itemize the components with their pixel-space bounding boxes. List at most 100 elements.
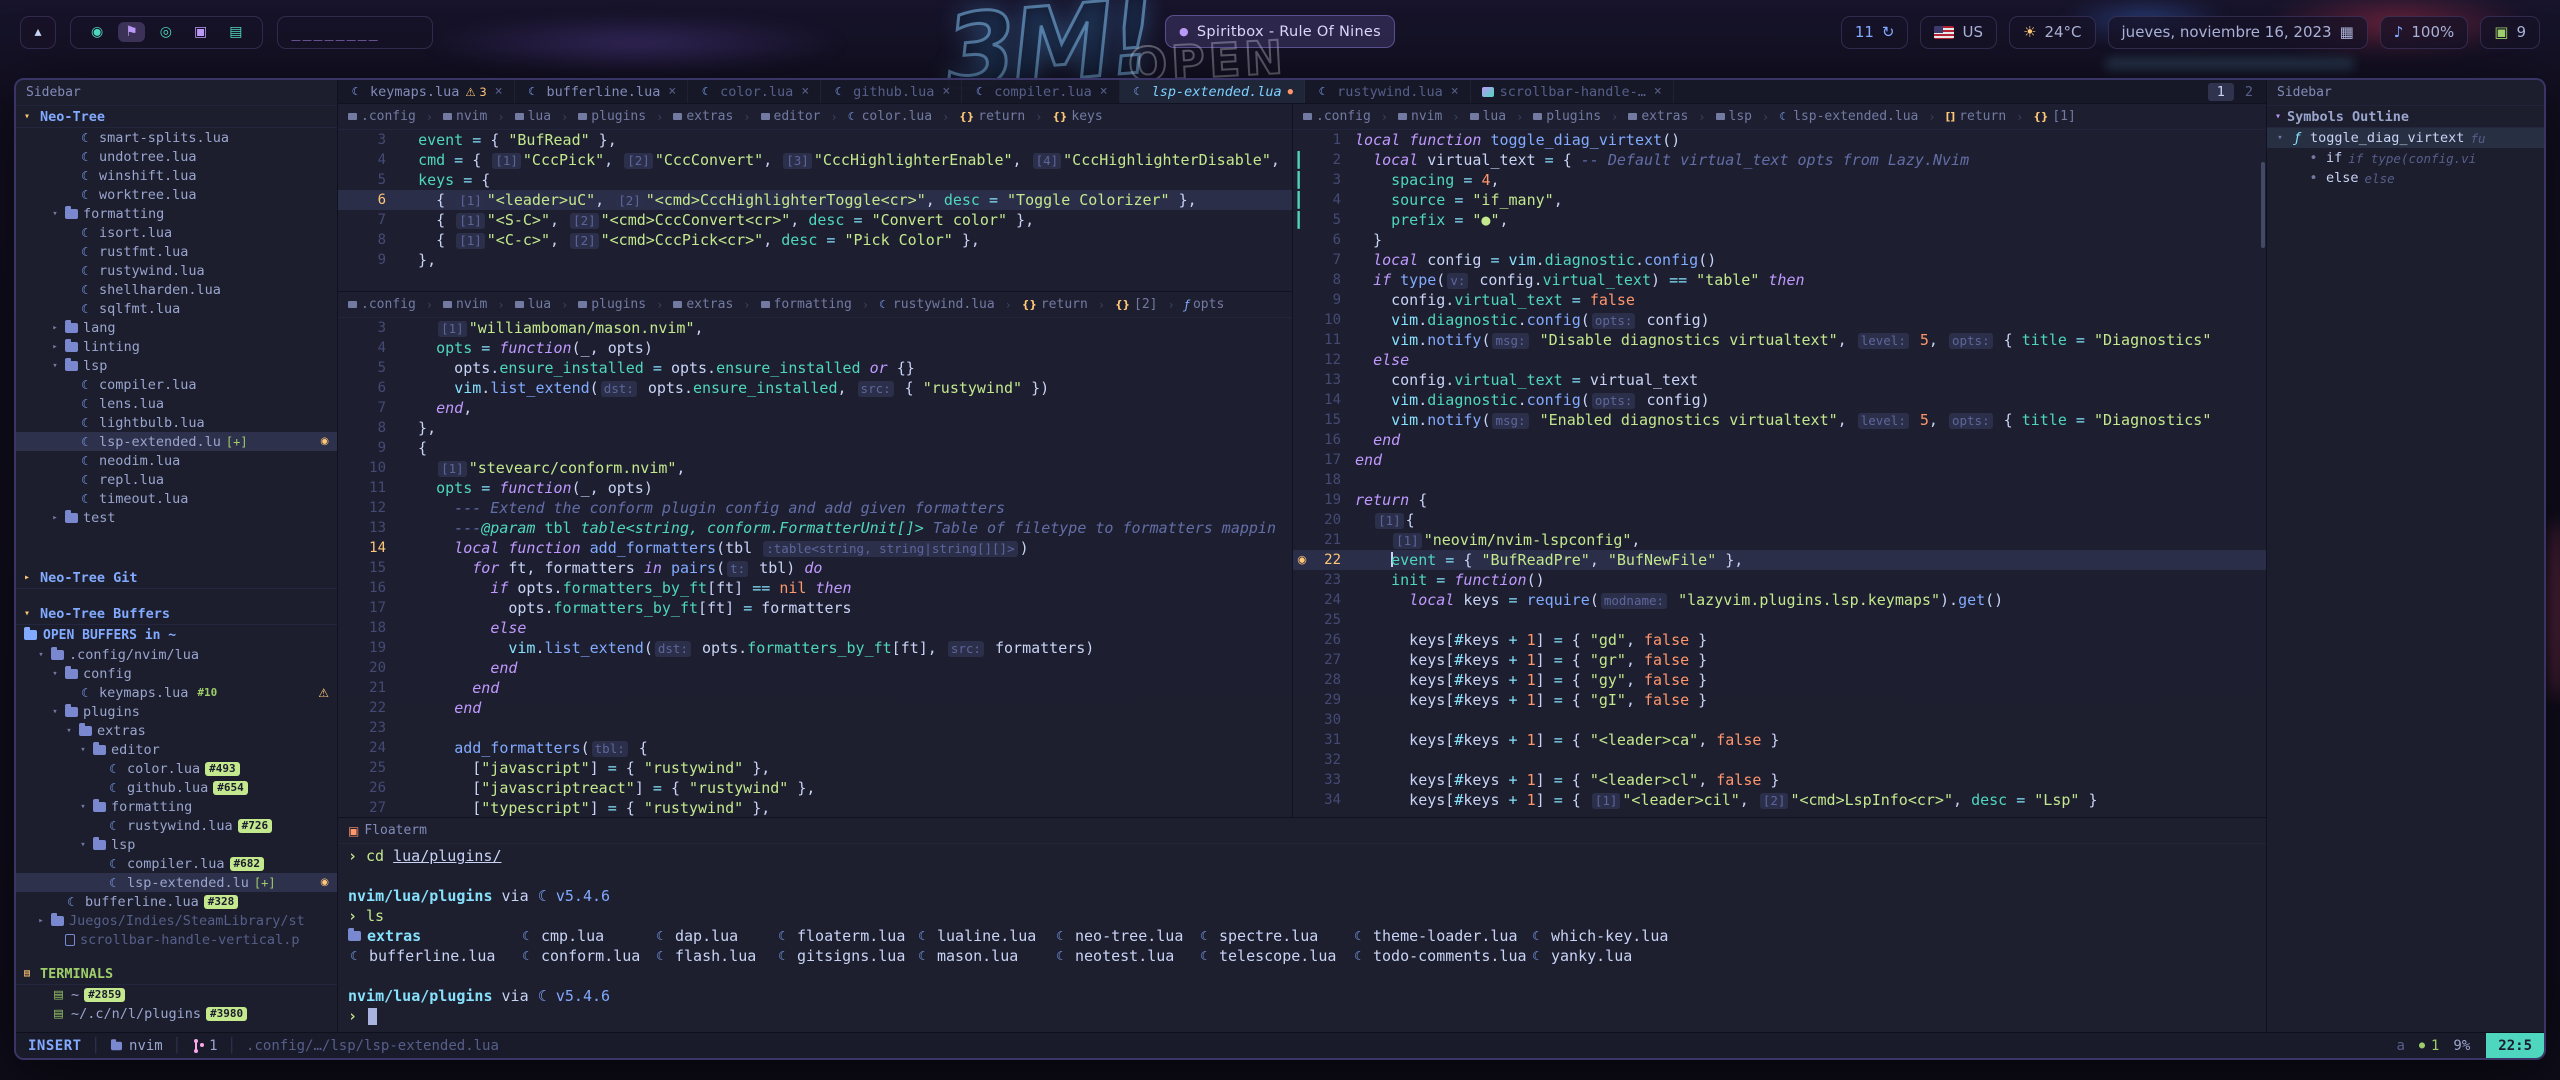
breadcrumb-item[interactable]: lua (515, 109, 551, 124)
breadcrumb-item[interactable]: editor (761, 109, 821, 124)
code-line[interactable]: 4 cmd = { [1]"CccPick", [2]"CccConvert",… (338, 150, 1292, 170)
breadcrumb-item[interactable]: lsp (1716, 109, 1752, 124)
code-line[interactable]: 10 vim.diagnostic.config(opts: config) (1293, 310, 2266, 330)
breadcrumb-item[interactable]: nvim (443, 109, 487, 124)
code-line[interactable]: 13 config.virtual_text = virtual_text (1293, 370, 2266, 390)
file-entry[interactable]: ☾spectre.lua (1198, 926, 1352, 946)
code-line[interactable]: 8 if type(v: config.virtual_text) == "ta… (1293, 270, 2266, 290)
tree-item[interactable]: ▸Juegos/Indies/SteamLibrary/st (16, 911, 337, 930)
code-line[interactable]: 19return { (1293, 490, 2266, 510)
code-line[interactable]: 19 vim.list_extend(dst: opts.formatters_… (338, 638, 1292, 658)
breadcrumb-item[interactable]: plugins (578, 109, 646, 124)
breadcrumb-item[interactable]: {}return (1022, 297, 1088, 312)
tree-item[interactable]: ☾lens.lua (16, 394, 337, 413)
code-line[interactable]: 8 }, (338, 418, 1292, 438)
outline-item[interactable]: •elseelse (2267, 168, 2544, 188)
breadcrumb-item[interactable]: ƒopts (1185, 297, 1225, 312)
code-line[interactable]: 14 local function add_formatters(tbl :ta… (338, 538, 1292, 558)
file-entry[interactable]: ☾yanky.lua (1530, 946, 1680, 966)
code-line[interactable]: ▎4 source = "if_many", (1293, 190, 2266, 210)
floaterm-body[interactable]: ›cd lua/plugins/nvim/lua/plugins via ☾ v… (338, 844, 2266, 1026)
tree-item[interactable]: ▾lsp (16, 835, 337, 854)
music-widget[interactable]: ● Spiritbox - Rule Of Nines (1165, 15, 1395, 48)
code-line[interactable]: 30 (1293, 710, 2266, 730)
tab-compiler-lua[interactable]: ☾compiler.lua× (962, 80, 1119, 103)
breadcrumb-item[interactable]: extras (673, 109, 733, 124)
file-entry[interactable]: ☾theme-loader.lua (1352, 926, 1530, 946)
tree-item[interactable]: ▸test (16, 508, 337, 527)
code-line[interactable]: 21 [1]"neovim/nvim-lspconfig", (1293, 530, 2266, 550)
code-line[interactable]: 20 [1]{ (1293, 510, 2266, 530)
code-line[interactable]: 24 local keys = require(modname: "lazyvi… (1293, 590, 2266, 610)
neotree-git-section-header[interactable]: ▸ Neo-Tree Git (16, 567, 337, 589)
code-line[interactable]: 12 else (1293, 350, 2266, 370)
tree-item[interactable]: ☾sqlfmt.lua (16, 299, 337, 318)
tab-lsp-extended-lua[interactable]: ☾lsp-extended.lua● (1120, 80, 1305, 103)
file-entry[interactable]: ☾todo-comments.lua (1352, 946, 1530, 966)
code-line[interactable]: 16 if opts.formatters_by_ft[ft] == nil t… (338, 578, 1292, 598)
code-line[interactable]: 9 { (338, 438, 1292, 458)
code-area[interactable]: 3 event = { "BufRead" },4 cmd = { [1]"Cc… (338, 130, 1292, 270)
file-entry[interactable]: ☾lualine.lua (916, 926, 1054, 946)
code-line[interactable]: 11 vim.notify(msg: "Disable diagnostics … (1293, 330, 2266, 350)
tree-item[interactable]: ☾worktree.lua (16, 185, 337, 204)
workspace-2-icon[interactable]: ⚑ (118, 22, 145, 42)
tab-github-lua[interactable]: ☾github.lua× (821, 80, 962, 103)
close-icon[interactable]: × (1654, 84, 1662, 99)
tab-rustywind-lua[interactable]: ☾rustywind.lua× (1305, 80, 1471, 103)
tree-item[interactable]: ☾rustywind.lua (16, 261, 337, 280)
breadcrumb-item[interactable]: .config (348, 297, 416, 312)
breadcrumb-item[interactable]: {}[1] (2033, 109, 2075, 124)
tree-item[interactable]: ☾keymaps.lua#10⚠ (16, 683, 337, 702)
code-line[interactable]: 7 local config = vim.diagnostic.config() (1293, 250, 2266, 270)
tree-item[interactable]: ▾.config/nvim/lua (16, 645, 337, 664)
date-module[interactable]: jueves, noviembre 16, 2023 ▦ (2108, 16, 2368, 49)
code-line[interactable]: 27 keys[#keys + 1] = { "gr", false } (1293, 650, 2266, 670)
code-line[interactable]: 12 --- Extend the conform plugin config … (338, 498, 1292, 518)
code-line[interactable]: 24 add_formatters(tbl: { (338, 738, 1292, 758)
code-line[interactable]: 25 ["javascript"] = { "rustywind" }, (338, 758, 1292, 778)
buffers-root-item[interactable]: OPEN BUFFERS in ~ (16, 625, 337, 645)
code-area[interactable]: 1local function toggle_diag_virtext()▎2 … (1293, 130, 2266, 810)
file-entry[interactable]: ☾cmp.lua (520, 926, 654, 946)
close-icon[interactable]: × (1100, 84, 1108, 99)
tree-item[interactable]: ▾config (16, 664, 337, 683)
tab-bufferline-lua[interactable]: ☾bufferline.lua× (515, 80, 689, 103)
tree-item[interactable]: ▾formatting (16, 797, 337, 816)
code-line[interactable]: 1local function toggle_diag_virtext() (1293, 130, 2266, 150)
code-line[interactable]: 15 for ft, formatters in pairs(t: tbl) d… (338, 558, 1292, 578)
file-entry[interactable]: ☾neo-tree.lua (1054, 926, 1198, 946)
code-line[interactable]: 17end (1293, 450, 2266, 470)
code-line[interactable]: 33 keys[#keys + 1] = { "<leader>cl", fal… (1293, 770, 2266, 790)
tree-item[interactable]: ▸linting (16, 337, 337, 356)
updates-module[interactable]: 11 ↻ (1841, 16, 1909, 49)
code-line[interactable]: 13 ---@param tbl table<string, conform.F… (338, 518, 1292, 538)
code-line[interactable]: 34 keys[#keys + 1] = { [1]"<leader>cil",… (1293, 790, 2266, 810)
scrollbar-thumb[interactable] (2261, 162, 2265, 248)
code-line[interactable]: 26 keys[#keys + 1] = { "gd", false } (1293, 630, 2266, 650)
breadcrumb-item[interactable]: ☾color.lua (848, 109, 932, 124)
tree-item[interactable]: ☾lsp-extended.lu[+]◉ (16, 873, 337, 892)
code-line[interactable]: 14 vim.diagnostic.config(opts: config) (1293, 390, 2266, 410)
file-entry[interactable]: ☾which-key.lua (1530, 926, 1680, 946)
tree-item[interactable]: ☾smart-splits.lua (16, 128, 337, 147)
file-entry[interactable]: extras (348, 926, 520, 946)
breadcrumb-item[interactable]: nvim (443, 297, 487, 312)
code-line[interactable]: 7 end, (338, 398, 1292, 418)
tree-item[interactable]: ☾bufferline.lua#328 (16, 892, 337, 911)
file-entry[interactable]: ☾flash.lua (654, 946, 776, 966)
tree-item[interactable]: ☾shellharden.lua (16, 280, 337, 299)
code-line[interactable]: 16 end (1293, 430, 2266, 450)
code-line[interactable]: 9 }, (338, 250, 1292, 270)
tree-item[interactable]: ▾plugins (16, 702, 337, 721)
code-line[interactable]: 9 config.virtual_text = false (1293, 290, 2266, 310)
code-line[interactable]: 28 keys[#keys + 1] = { "gy", false } (1293, 670, 2266, 690)
breadcrumb-item[interactable]: plugins (578, 297, 646, 312)
workspace-3-icon[interactable]: ◎ (153, 22, 179, 42)
code-line[interactable]: 23 init = function() (1293, 570, 2266, 590)
breadcrumb-item[interactable]: {}return (959, 109, 1025, 124)
tree-item[interactable]: ☾rustywind.lua#726 (16, 816, 337, 835)
keyboard-layout-module[interactable]: US (1920, 16, 1997, 49)
code-line[interactable]: 3 [1]"williamboman/mason.nvim", (338, 318, 1292, 338)
close-icon[interactable]: × (495, 84, 503, 99)
